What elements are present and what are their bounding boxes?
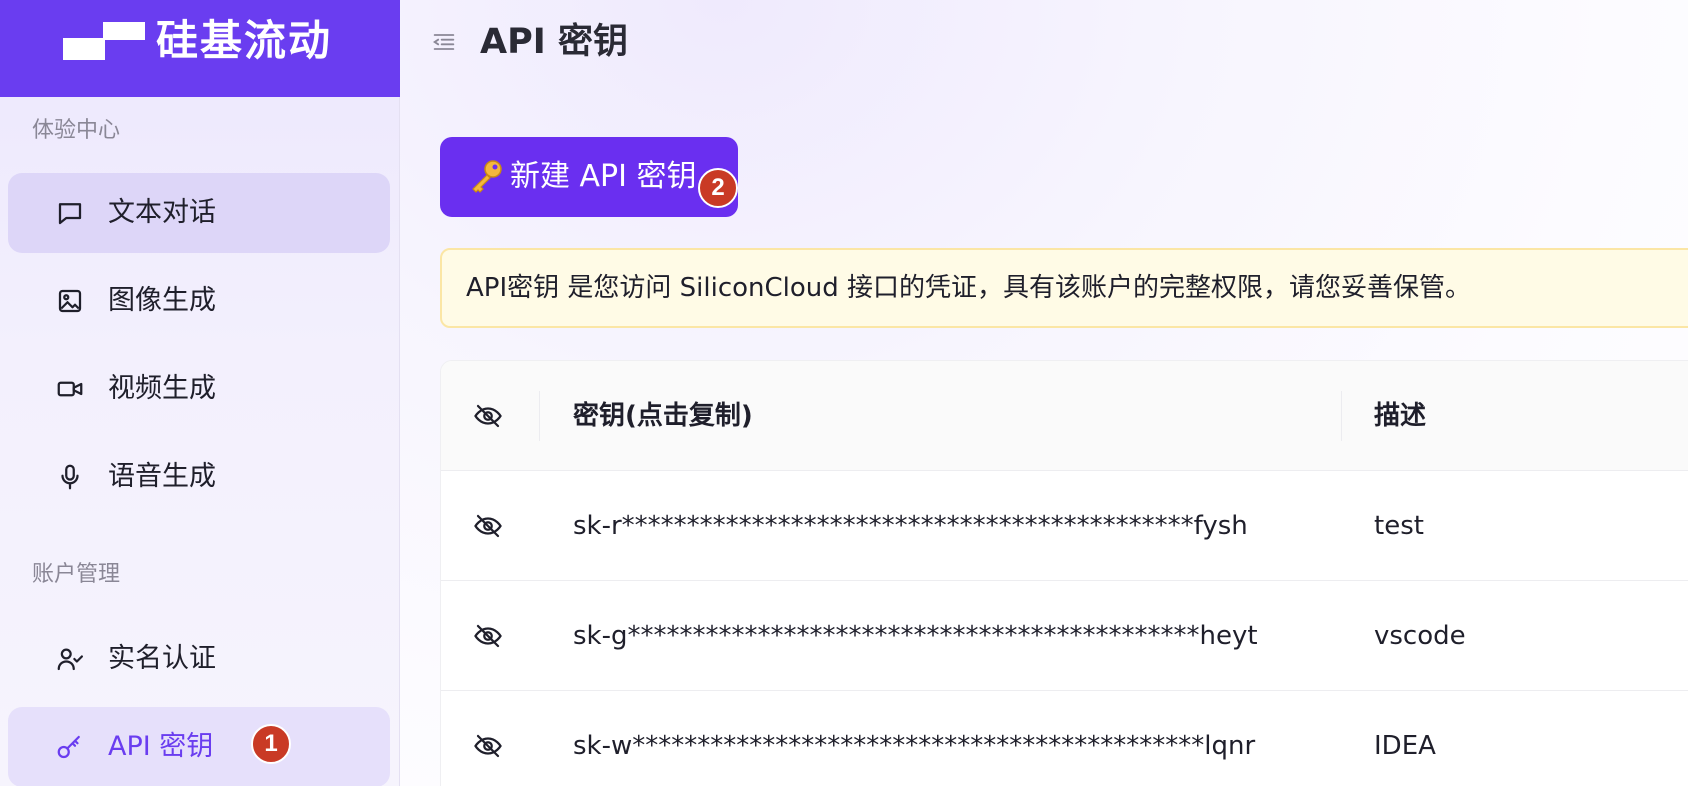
sidebar-item-label: 语音生成 xyxy=(108,461,216,492)
logo-bar[interactable]: 硅基流动 xyxy=(0,0,400,97)
api-keys-table: 密钥(点击复制) 描述 sk-r************************… xyxy=(440,360,1688,786)
toggle-visibility-icon[interactable] xyxy=(473,731,503,761)
table-header: 密钥(点击复制) 描述 xyxy=(441,361,1688,471)
api-key-value[interactable]: sk-g************************************… xyxy=(573,581,1258,691)
toggle-visibility-icon[interactable] xyxy=(473,621,503,651)
video-icon xyxy=(54,373,86,405)
annotation-badge-1: 1 xyxy=(251,724,291,764)
column-header-key: 密钥(点击复制) xyxy=(573,401,753,431)
main-content: API 密钥 新建 API 密钥 2 API密钥 是您访问 SiliconClo… xyxy=(400,0,1688,786)
sidebar-item-text-chat[interactable]: 文本对话 xyxy=(8,173,390,253)
topbar: API 密钥 xyxy=(400,0,1688,86)
api-key-description: vscode xyxy=(1374,621,1466,651)
sidebar-item-image-gen[interactable]: 图像生成 xyxy=(8,261,390,341)
column-divider xyxy=(1341,391,1342,441)
sidebar-item-label: 实名认证 xyxy=(108,643,216,674)
column-header-description: 描述 xyxy=(1374,401,1427,431)
api-key-value[interactable]: sk-r************************************… xyxy=(573,471,1248,581)
section-label-account: 账户管理 xyxy=(32,562,121,587)
sidebar-item-verification[interactable]: 实名认证 xyxy=(8,619,390,699)
section-label-experience: 体验中心 xyxy=(32,118,121,143)
table-row: sk-r************************************… xyxy=(441,471,1688,581)
sidebar-item-label: 图像生成 xyxy=(108,285,216,316)
api-key-description: IDEA xyxy=(1374,731,1436,761)
page-title: API 密钥 xyxy=(480,22,628,62)
new-api-key-button[interactable]: 新建 API 密钥 xyxy=(440,137,738,217)
sidebar-item-label: API 密钥 xyxy=(108,731,214,762)
api-key-value[interactable]: sk-w************************************… xyxy=(573,691,1255,786)
sidebar: 硅基流动 体验中心 文本对话 图像生成 视频生成 语音生成 账户管理 实名认证 … xyxy=(0,0,400,786)
key-emoji-icon xyxy=(472,160,502,193)
api-key-description: test xyxy=(1374,511,1424,541)
app-window: 硅基流动 体验中心 文本对话 图像生成 视频生成 语音生成 账户管理 实名认证 … xyxy=(0,0,1688,786)
sidebar-item-label: 文本对话 xyxy=(108,197,216,228)
annotation-badge-2: 2 xyxy=(698,168,738,208)
table-row: sk-w************************************… xyxy=(441,691,1688,786)
collapse-sidebar-icon[interactable] xyxy=(430,28,458,56)
image-icon xyxy=(54,285,86,317)
new-api-key-label: 新建 API 密钥 xyxy=(510,159,697,194)
logo-icon xyxy=(63,22,145,60)
sidebar-item-label: 视频生成 xyxy=(108,373,216,404)
notice-banner: API密钥 是您访问 SiliconCloud 接口的凭证，具有该账户的完整权限… xyxy=(440,248,1688,328)
chat-icon xyxy=(54,197,86,229)
microphone-icon xyxy=(54,461,86,493)
brand-name: 硅基流动 xyxy=(156,16,333,65)
sidebar-item-api-keys[interactable]: API 密钥 xyxy=(8,707,390,786)
sidebar-item-voice-gen[interactable]: 语音生成 xyxy=(8,437,390,517)
toggle-visibility-icon[interactable] xyxy=(473,511,503,541)
column-divider xyxy=(539,391,540,441)
sidebar-item-video-gen[interactable]: 视频生成 xyxy=(8,349,390,429)
user-check-icon xyxy=(54,643,86,675)
toggle-visibility-all-icon[interactable] xyxy=(473,401,503,431)
table-row: sk-g************************************… xyxy=(441,581,1688,691)
key-icon xyxy=(54,731,86,763)
